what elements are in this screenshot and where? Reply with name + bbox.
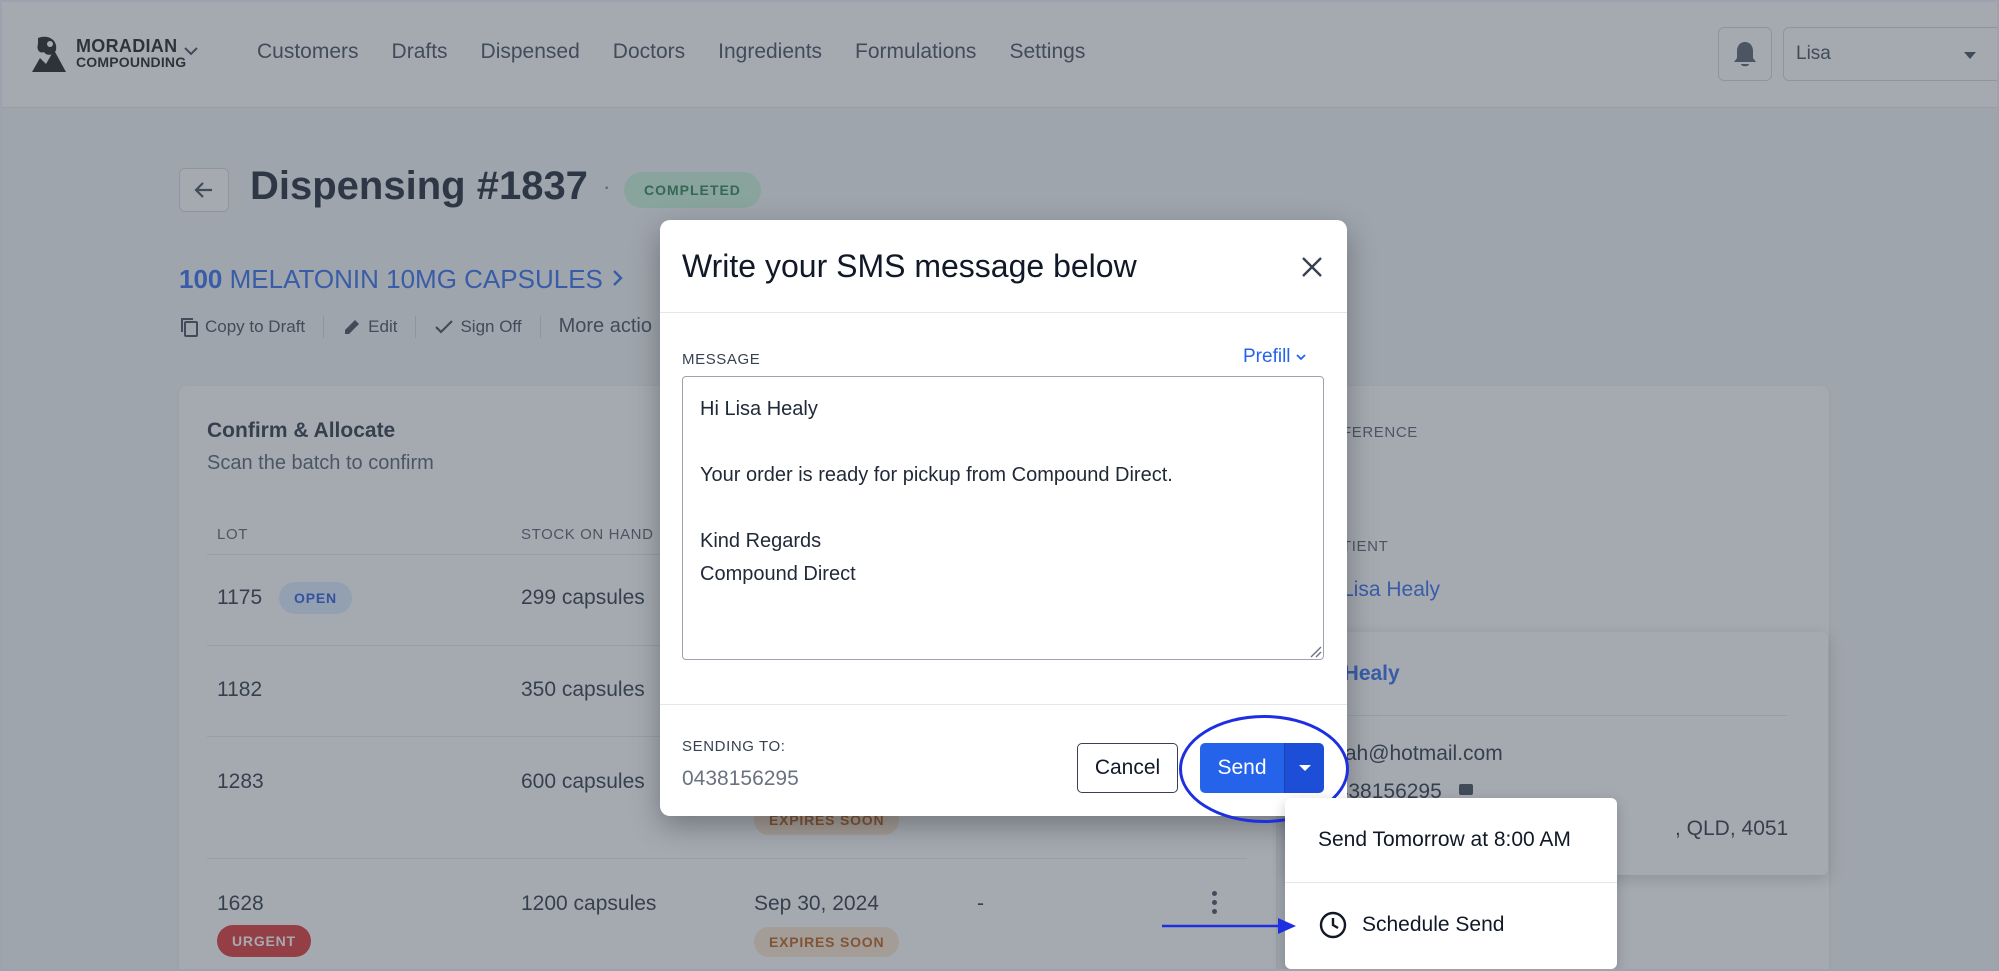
menu-divider [1285,882,1617,883]
prefill-dropdown[interactable]: Prefill [1243,346,1307,368]
chevron-down-icon [1295,354,1306,361]
clock-icon [1319,911,1347,939]
sending-to-label: SENDING TO: [682,738,786,755]
modal-title: Write your SMS message below [682,248,1137,284]
prefill-label: Prefill [1243,346,1291,367]
annotation-arrow-icon [1162,918,1296,934]
send-tomorrow-item[interactable]: Send Tomorrow at 8:00 AM [1318,828,1571,852]
schedule-send-item[interactable]: Schedule Send [1318,910,1504,940]
send-options-menu: Send Tomorrow at 8:00 AM Schedule Send [1285,798,1617,969]
close-icon[interactable] [1297,252,1327,282]
cancel-button[interactable]: Cancel [1077,743,1178,793]
recipient-phone: 0438156295 [682,767,799,790]
message-textarea[interactable] [682,376,1324,660]
schedule-send-label: Schedule Send [1362,913,1505,936]
modal-footer-divider [660,704,1347,705]
app-frame: MORADIAN COMPOUNDING Customers Drafts Di… [0,0,1999,971]
resize-handle-icon[interactable] [1308,644,1322,658]
message-label: MESSAGE [682,351,761,368]
modal-header-divider [660,312,1347,313]
